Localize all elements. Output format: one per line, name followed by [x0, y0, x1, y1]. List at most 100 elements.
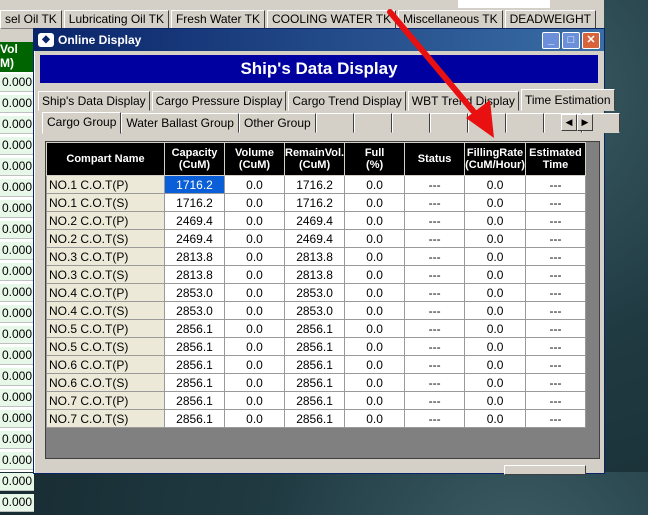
table-cell[interactable]: 0.0: [464, 247, 526, 266]
table-row[interactable]: NO.7 C.O.T(S) 2856.1 0.0 2856.1 0.0 --- 0.0 ---: [46, 409, 586, 428]
column-header[interactable]: Volume (CuM): [224, 142, 285, 176]
table-cell[interactable]: 2856.1: [164, 337, 225, 356]
table-cell[interactable]: 0.0: [224, 319, 285, 338]
table-cell[interactable]: 2853.0: [164, 283, 225, 302]
bottom-button[interactable]: [504, 465, 586, 475]
table-cell[interactable]: 2469.4: [164, 229, 225, 248]
tab-wbt-trend-display[interactable]: WBT Trend Display: [407, 91, 519, 111]
tab-cargo-trend-display[interactable]: Cargo Trend Display: [288, 91, 406, 111]
table-cell[interactable]: 0.0: [464, 265, 526, 284]
table-cell[interactable]: 2856.1: [164, 391, 225, 410]
table-cell[interactable]: ---: [404, 355, 466, 374]
close-button[interactable]: ✕: [582, 31, 600, 49]
table-cell[interactable]: 0.0: [464, 373, 526, 392]
table-cell[interactable]: ---: [404, 193, 466, 212]
table-cell[interactable]: 0.0: [344, 211, 406, 230]
table-cell[interactable]: 0.0: [464, 391, 526, 410]
table-cell[interactable]: 0.0: [344, 301, 406, 320]
table-cell[interactable]: 0.0: [224, 265, 285, 284]
table-cell[interactable]: 2856.1: [283, 355, 346, 374]
table-cell[interactable]: ---: [404, 373, 466, 392]
table-cell[interactable]: 2856.1: [164, 319, 225, 338]
table-cell[interactable]: 0.0: [224, 283, 285, 302]
table-cell[interactable]: ---: [404, 391, 466, 410]
tab-ship-s-data-display[interactable]: Ship's Data Display: [38, 91, 150, 111]
table-row[interactable]: NO.1 C.O.T(S) 1716.2 0.0 1716.2 0.0 --- 0.0 ---: [46, 193, 586, 212]
table-cell[interactable]: 0.0: [344, 391, 406, 410]
table-cell[interactable]: 0.0: [344, 409, 406, 428]
table-cell[interactable]: 1716.2: [164, 193, 225, 212]
table-cell[interactable]: ---: [524, 247, 586, 266]
table-cell[interactable]: 0.0: [464, 409, 526, 428]
compartment-name-cell[interactable]: NO.6 C.O.T(S): [46, 373, 165, 392]
table-cell[interactable]: 0.0: [224, 409, 285, 428]
table-row[interactable]: NO.2 C.O.T(S) 2469.4 0.0 2469.4 0.0 --- 0.0 ---: [46, 229, 586, 248]
table-cell[interactable]: ---: [404, 409, 466, 428]
compartment-name-cell[interactable]: NO.4 C.O.T(S): [46, 301, 165, 320]
table-cell[interactable]: ---: [524, 301, 586, 320]
table-cell[interactable]: 0.0: [344, 283, 406, 302]
table-cell[interactable]: 0.0: [224, 193, 285, 212]
table-cell[interactable]: 0.0: [224, 175, 285, 194]
table-cell[interactable]: 0.0: [224, 355, 285, 374]
table-cell[interactable]: ---: [524, 175, 586, 194]
table-row[interactable]: NO.2 C.O.T(P) 2469.4 0.0 2469.4 0.0 --- 0.0 ---: [46, 211, 586, 230]
table-cell[interactable]: 0.0: [464, 355, 526, 374]
table-cell[interactable]: 2469.4: [164, 211, 225, 230]
table-cell[interactable]: 1716.2: [164, 175, 225, 194]
table-cell[interactable]: 2469.4: [283, 211, 346, 230]
compartment-name-cell[interactable]: NO.3 C.O.T(P): [46, 247, 165, 266]
table-cell[interactable]: ---: [524, 373, 586, 392]
table-cell[interactable]: 0.0: [464, 193, 526, 212]
table-cell[interactable]: 0.0: [344, 175, 406, 194]
compartment-name-cell[interactable]: NO.7 C.O.T(S): [46, 409, 165, 428]
compartment-name-cell[interactable]: NO.2 C.O.T(S): [46, 229, 165, 248]
column-header[interactable]: Estimated Time: [524, 142, 586, 176]
table-cell[interactable]: 2856.1: [164, 355, 225, 374]
background-tab[interactable]: DEADWEIGHT: [504, 10, 596, 29]
table-cell[interactable]: ---: [524, 319, 586, 338]
table-row[interactable]: NO.4 C.O.T(P) 2853.0 0.0 2853.0 0.0 --- 0.0 ---: [46, 283, 586, 302]
table-cell[interactable]: 0.0: [344, 337, 406, 356]
compartment-name-cell[interactable]: NO.7 C.O.T(P): [46, 391, 165, 410]
table-cell[interactable]: 0.0: [344, 355, 406, 374]
window-titlebar[interactable]: ◆ Online Display _ □ ✕: [34, 29, 604, 51]
table-cell[interactable]: 0.0: [464, 229, 526, 248]
table-cell[interactable]: 0.0: [224, 391, 285, 410]
table-cell[interactable]: ---: [404, 265, 466, 284]
table-row[interactable]: NO.7 C.O.T(P) 2856.1 0.0 2856.1 0.0 --- 0.0 ---: [46, 391, 586, 410]
table-cell[interactable]: 2853.0: [283, 301, 346, 320]
table-cell[interactable]: ---: [404, 337, 466, 356]
table-row[interactable]: NO.3 C.O.T(S) 2813.8 0.0 2813.8 0.0 --- 0.0 ---: [46, 265, 586, 284]
table-cell[interactable]: 0.0: [344, 247, 406, 266]
column-header[interactable]: Full (%): [344, 142, 406, 176]
background-tab[interactable]: sel Oil TK: [0, 10, 62, 29]
table-cell[interactable]: ---: [524, 355, 586, 374]
table-row[interactable]: NO.4 C.O.T(S) 2853.0 0.0 2853.0 0.0 --- 0.0 ---: [46, 301, 586, 320]
table-cell[interactable]: 0.0: [344, 193, 406, 212]
table-cell[interactable]: 2813.8: [164, 265, 225, 284]
compartment-name-cell[interactable]: NO.6 C.O.T(P): [46, 355, 165, 374]
table-cell[interactable]: 0.0: [464, 211, 526, 230]
table-cell[interactable]: 2853.0: [164, 301, 225, 320]
column-header[interactable]: FillingRate (CuM/Hour): [464, 142, 526, 176]
table-cell[interactable]: 2813.8: [283, 247, 346, 266]
table-cell[interactable]: ---: [404, 211, 466, 230]
table-cell[interactable]: 1716.2: [283, 175, 346, 194]
tab-scroll-left-icon[interactable]: ◀: [561, 114, 577, 131]
table-row[interactable]: NO.1 C.O.T(P) 1716.2 0.0 1716.2 0.0 --- 0.0 ---: [46, 175, 586, 194]
table-cell[interactable]: 0.0: [224, 229, 285, 248]
column-header[interactable]: RemainVol. (CuM): [283, 142, 346, 176]
table-cell[interactable]: 0.0: [224, 337, 285, 356]
table-cell[interactable]: ---: [524, 193, 586, 212]
table-row[interactable]: NO.5 C.O.T(P) 2856.1 0.0 2856.1 0.0 --- 0.0 ---: [46, 319, 586, 338]
compartment-name-cell[interactable]: NO.5 C.O.T(S): [46, 337, 165, 356]
table-row[interactable]: NO.5 C.O.T(S) 2856.1 0.0 2856.1 0.0 --- 0.0 ---: [46, 337, 586, 356]
maximize-button[interactable]: □: [562, 31, 580, 49]
table-cell[interactable]: ---: [524, 211, 586, 230]
column-header[interactable]: Compart Name: [46, 142, 165, 176]
table-cell[interactable]: 2813.8: [164, 247, 225, 266]
column-header[interactable]: Capacity (CuM): [164, 142, 225, 176]
table-cell[interactable]: 2856.1: [283, 391, 346, 410]
background-tab[interactable]: COOLING WATER TK: [266, 10, 397, 29]
